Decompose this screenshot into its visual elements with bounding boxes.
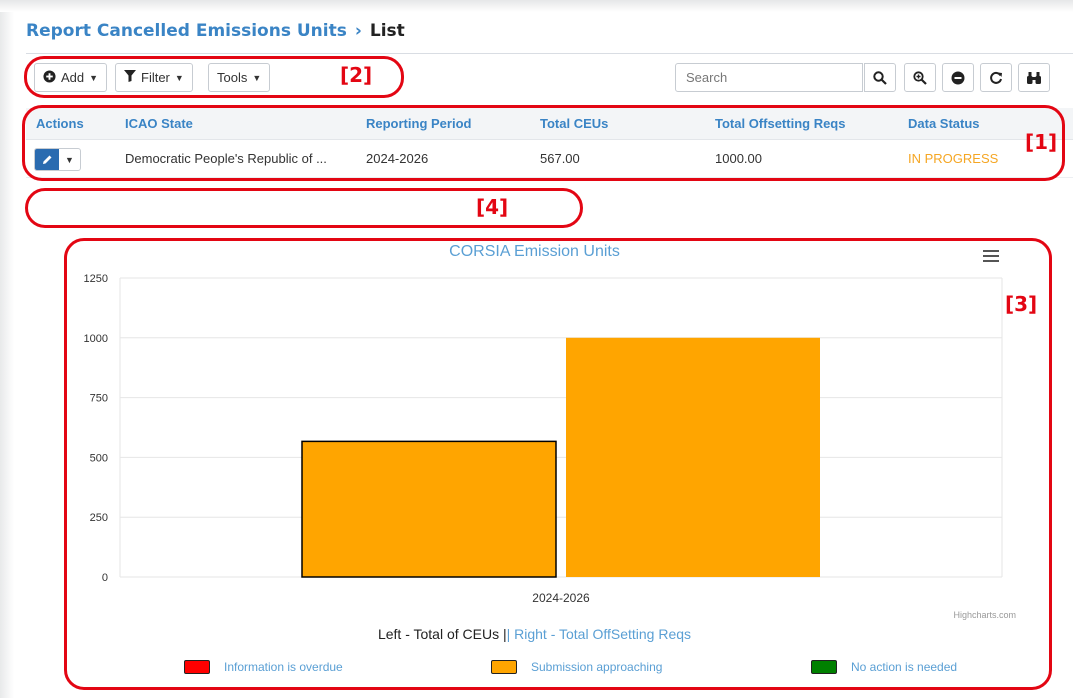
annotation-label-4: [4] (476, 195, 509, 219)
annotation-label-3: [3] (1005, 292, 1038, 316)
search-icon[interactable] (864, 63, 896, 92)
breadcrumb-current: List (369, 21, 405, 41)
top-edge-shadow (0, 0, 1073, 12)
annotation-outline-3 (64, 238, 1052, 690)
breadcrumb: Report Cancelled Emissions Units › List (26, 21, 405, 41)
zoom-in-icon[interactable] (904, 63, 936, 92)
search-input[interactable] (675, 63, 863, 92)
refresh-icon[interactable] (980, 63, 1012, 92)
page-header: Report Cancelled Emissions Units › List (26, 14, 1073, 54)
annotation-label-2: [2] (340, 63, 373, 87)
breadcrumb-separator-icon: › (354, 21, 362, 41)
annotation-label-1: [1] (1025, 130, 1058, 154)
annotation-outline-1 (22, 105, 1065, 181)
breadcrumb-root[interactable]: Report Cancelled Emissions Units (26, 21, 347, 41)
left-edge-shadow (0, 0, 14, 698)
minus-circle-icon[interactable] (942, 63, 974, 92)
binoculars-icon[interactable] (1018, 63, 1050, 92)
